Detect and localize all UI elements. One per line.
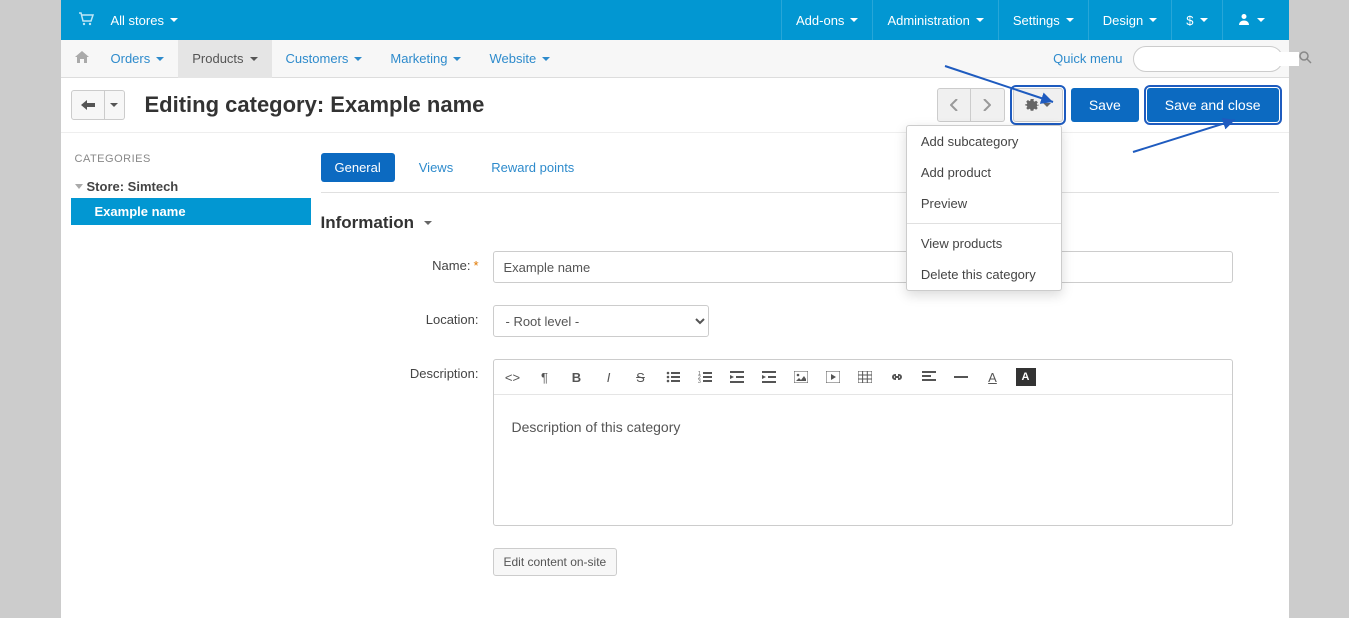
description-label: Description:	[321, 359, 493, 381]
tab-general[interactable]: General	[321, 153, 395, 182]
indent-icon[interactable]	[760, 368, 778, 386]
strikethrough-icon[interactable]: S	[632, 368, 650, 386]
tabs: General Views Reward points	[321, 153, 1279, 193]
chevron-down-icon	[1066, 18, 1074, 22]
chevron-down-icon	[976, 18, 984, 22]
edit-onsite-button[interactable]: Edit content on-site	[493, 548, 618, 576]
chevron-down-icon	[1149, 18, 1157, 22]
back-button[interactable]	[71, 90, 105, 120]
collapse-icon	[75, 184, 83, 189]
name-label: Name:*	[321, 251, 493, 273]
nav-customers[interactable]: Customers	[272, 40, 377, 78]
nav-products[interactable]: Products	[178, 40, 271, 78]
svg-text:3: 3	[698, 379, 701, 383]
dd-add-subcategory[interactable]: Add subcategory	[907, 126, 1061, 157]
row-edit-onsite: Edit content on-site	[321, 548, 1279, 576]
row-location: Location: - Root level -	[321, 305, 1279, 337]
topbar: All stores Add-ons Administration Settin…	[61, 0, 1289, 40]
home-icon[interactable]	[67, 51, 97, 66]
cart-icon[interactable]	[71, 12, 101, 29]
hr-icon[interactable]	[952, 368, 970, 386]
main-content: General Views Reward points Information …	[311, 133, 1289, 618]
chevron-down-icon	[424, 221, 432, 225]
menu-addons[interactable]: Add-ons	[781, 0, 872, 40]
chevron-down-icon	[1200, 18, 1208, 22]
unordered-list-icon[interactable]	[664, 368, 682, 386]
code-view-icon[interactable]: <>	[504, 368, 522, 386]
sidebar-heading: CATEGORIES	[71, 153, 311, 165]
rich-text-editor: <> ¶ B I S 123	[493, 359, 1233, 526]
align-icon[interactable]	[920, 368, 938, 386]
nav-website[interactable]: Website	[475, 40, 564, 78]
nav-orders[interactable]: Orders	[97, 40, 179, 78]
row-name: Name:*	[321, 251, 1279, 283]
quick-menu-link[interactable]: Quick menu	[1053, 51, 1122, 66]
editor-toolbar: <> ¶ B I S 123	[494, 360, 1232, 395]
dd-add-product[interactable]: Add product	[907, 157, 1061, 188]
tree-root[interactable]: Store: Simtech	[71, 175, 311, 198]
chevron-down-icon	[170, 18, 178, 22]
back-dropdown[interactable]	[105, 90, 125, 120]
navbar: Orders Products Customers Marketing Webs…	[61, 40, 1289, 78]
editor-content[interactable]: Description of this category	[494, 395, 1232, 525]
paragraph-icon[interactable]: ¶	[536, 368, 554, 386]
sidebar: CATEGORIES Store: Simtech Example name	[61, 133, 311, 618]
chevron-down-icon	[850, 18, 858, 22]
chevron-down-icon	[1257, 18, 1265, 22]
tab-views[interactable]: Views	[405, 153, 467, 182]
section-information[interactable]: Information	[321, 213, 1279, 233]
tab-reward-points[interactable]: Reward points	[477, 153, 588, 182]
dd-delete-category[interactable]: Delete this category	[907, 259, 1061, 290]
dd-preview[interactable]: Preview	[907, 188, 1061, 219]
search-input[interactable]	[1144, 52, 1299, 66]
tree-root-label: Store: Simtech	[87, 179, 179, 194]
menu-administration[interactable]: Administration	[872, 0, 997, 40]
link-icon[interactable]	[888, 368, 906, 386]
menu-currency[interactable]: $	[1171, 0, 1221, 40]
video-icon[interactable]	[824, 368, 842, 386]
page-title: Editing category: Example name	[145, 92, 485, 118]
location-select[interactable]: - Root level -	[493, 305, 709, 337]
table-icon[interactable]	[856, 368, 874, 386]
row-description: Description: <> ¶ B I S 123	[321, 359, 1279, 526]
dropdown-divider	[907, 223, 1061, 224]
menu-settings[interactable]: Settings	[998, 0, 1088, 40]
ordered-list-icon[interactable]: 123	[696, 368, 714, 386]
store-selector-label: All stores	[111, 13, 164, 28]
gear-dropdown: Add subcategory Add product Preview View…	[906, 125, 1062, 291]
search-box[interactable]	[1133, 46, 1283, 72]
location-label: Location:	[321, 305, 493, 327]
menu-user[interactable]	[1222, 0, 1279, 40]
image-icon[interactable]	[792, 368, 810, 386]
nav-marketing[interactable]: Marketing	[376, 40, 475, 78]
user-icon	[1237, 12, 1251, 29]
annotation-arrow	[943, 64, 1063, 108]
menu-design[interactable]: Design	[1088, 0, 1171, 40]
dd-view-products[interactable]: View products	[907, 228, 1061, 259]
titlebar: Editing category: Example name Add subca…	[61, 78, 1289, 133]
save-button[interactable]: Save	[1071, 88, 1139, 122]
italic-icon[interactable]: I	[600, 368, 618, 386]
back-button-group	[71, 90, 125, 120]
name-input[interactable]	[493, 251, 1233, 283]
outdent-icon[interactable]	[728, 368, 746, 386]
tree-child-selected[interactable]: Example name	[71, 198, 311, 225]
store-selector[interactable]: All stores	[101, 13, 188, 28]
search-icon	[1299, 51, 1312, 67]
annotation-arrow	[1131, 116, 1241, 156]
bold-icon[interactable]: B	[568, 368, 586, 386]
background-color-icon[interactable]: A	[1016, 368, 1036, 386]
text-color-icon[interactable]: A	[984, 368, 1002, 386]
